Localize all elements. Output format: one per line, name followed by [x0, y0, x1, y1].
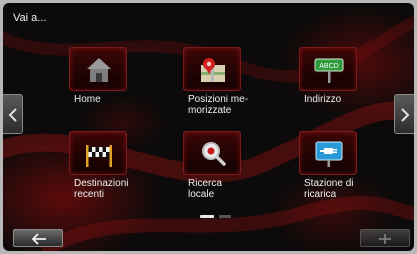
address-sign-icon: ABCD [314, 58, 344, 83]
page-dot-active [200, 215, 214, 218]
tile-address-frame: ABCD [299, 47, 357, 91]
tile-charging-station-label: Stazione di ricarica [304, 178, 354, 200]
tile-local-search-frame [183, 131, 241, 175]
tile-local-search-label: Ricerca locale [188, 178, 222, 200]
page-title: Vai a... [13, 12, 47, 24]
tile-local-search[interactable]: Ricerca locale [183, 131, 293, 211]
tile-home-frame [69, 47, 127, 91]
checkered-flag-icon [86, 145, 112, 167]
tile-charging-station[interactable]: Stazione di ricarica [299, 131, 409, 211]
home-icon [87, 58, 111, 82]
next-page-button[interactable] [394, 94, 414, 134]
tile-address[interactable]: ABCD Indirizzo [299, 47, 409, 127]
tile-home-label: Home [74, 94, 101, 105]
tile-saved-locations-frame [183, 47, 241, 91]
tile-saved-locations[interactable]: Posizioni me- morizzate [183, 47, 293, 127]
back-button[interactable] [13, 229, 63, 247]
tile-home[interactable]: Home [69, 47, 179, 127]
tile-recent-destinations-label: Destinazioni recenti [74, 178, 129, 200]
tile-recent-destinations-frame [69, 131, 127, 175]
page-indicator [200, 215, 240, 219]
page-dot-inactive [219, 215, 231, 218]
tile-charging-station-frame [299, 131, 357, 175]
plus-icon [379, 234, 391, 244]
navigation-screen: Vai a... Home Posizioni me- morizzate AB… [3, 3, 414, 251]
local-search-icon [202, 142, 226, 166]
chevron-right-icon [401, 108, 410, 122]
chevron-left-icon [8, 108, 17, 122]
back-arrow-icon [31, 233, 46, 245]
address-sign-text: ABCD [319, 63, 338, 70]
add-button[interactable] [360, 229, 410, 247]
previous-page-button[interactable] [3, 94, 23, 134]
background-swirl [3, 15, 414, 251]
saved-map-pin-icon [201, 58, 225, 82]
tile-recent-destinations[interactable]: Destinazioni recenti [69, 131, 179, 211]
charging-station-icon [315, 141, 343, 167]
tile-saved-locations-label: Posizioni me- morizzate [188, 94, 249, 116]
